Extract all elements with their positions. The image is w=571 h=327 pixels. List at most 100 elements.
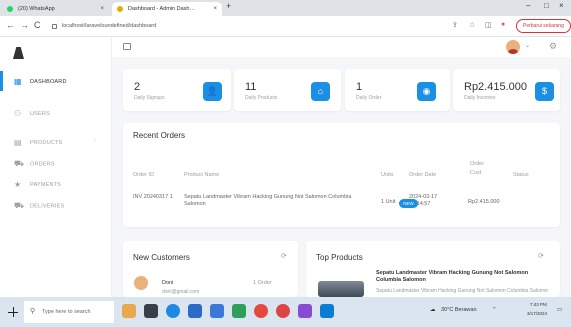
cart-icon: ⛟ — [14, 159, 25, 168]
sidepanel-icon[interactable]: ◫ — [485, 21, 492, 29]
users-icon: ⚇ — [14, 109, 22, 118]
stat-card-signups: 2 Daily Signups 👤 — [123, 69, 231, 111]
sidebar-item-payments[interactable]: ★ PAYMENTS — [14, 180, 61, 189]
section-title: Recent Orders — [133, 131, 186, 140]
notification-icon[interactable]: ▭ — [557, 307, 562, 313]
sidebar-item-users[interactable]: ⚇ USERS — [14, 109, 50, 118]
taskbar-apps — [122, 304, 334, 318]
column-header: Order Date — [409, 172, 437, 178]
refresh-icon[interactable]: ⟳ — [281, 252, 287, 260]
chevron-up-icon[interactable]: ⌃ — [492, 307, 497, 313]
stat-value: 11 — [245, 81, 257, 93]
address-bar-row: ← → C localhost/laraveloundefined/dashbo… — [0, 16, 571, 37]
product-name: Sepatu Landmaster Vibram Hacking Gunung … — [184, 194, 352, 207]
whatsapp-icon — [7, 6, 13, 12]
profile-icon[interactable]: ● — [501, 21, 505, 28]
site-info-icon[interactable] — [52, 24, 57, 29]
column-header: Units — [381, 172, 394, 178]
order-icon: ◉ — [417, 82, 436, 101]
order-cost: Rp2.415.000 — [468, 199, 500, 205]
store-icon[interactable] — [188, 304, 202, 318]
sidebar-item-dashboard[interactable]: ▦ DASHBOARD — [14, 77, 67, 86]
status-badge: NEW — [399, 199, 418, 208]
customer-email: doni@gmail.com — [162, 289, 200, 295]
url-input[interactable]: localhost/laraveloundefined/dashboard — [50, 20, 430, 33]
app-icon[interactable] — [232, 304, 246, 318]
new-tab-button[interactable]: + — [226, 1, 231, 11]
close-window-icon[interactable]: × — [559, 1, 564, 10]
app-logo — [13, 47, 24, 59]
bookmark-star-icon[interactable]: ☆ — [469, 21, 475, 29]
search-placeholder: Type here to search — [42, 309, 91, 315]
stat-label: Daily Products — [245, 95, 278, 101]
column-header: Product Name — [184, 172, 220, 178]
gear-icon[interactable]: ⚙ — [549, 41, 557, 52]
sidebar-item-deliveries[interactable]: ⛟ DELIVERIES — [14, 201, 64, 211]
tab-label: Dashboard - Admin Dash… — [128, 6, 195, 12]
sidebar-item-label: DASHBOARD — [30, 78, 67, 85]
refresh-icon[interactable]: ⟳ — [538, 252, 544, 260]
search-icon: ⚲ — [30, 308, 36, 315]
browser-tab-bar: (20) WhatsApp × Dashboard - Admin Dash… … — [0, 0, 571, 16]
task-view-icon[interactable] — [144, 304, 158, 318]
stat-label: Daily Signups — [134, 95, 165, 101]
person-icon: 👤 — [203, 82, 222, 101]
sidebar-item-products[interactable]: ▤ PRODUCTS › — [14, 138, 96, 147]
browser-tab-whatsapp[interactable]: (20) WhatsApp × — [2, 2, 109, 16]
column-header: Status — [513, 172, 529, 178]
widget-icon[interactable] — [122, 304, 136, 318]
stat-label: Daily Order — [356, 95, 382, 101]
order-units: 1 Unit — [381, 199, 396, 205]
back-icon[interactable]: ← — [6, 20, 15, 30]
weather-icon[interactable]: ☁ — [430, 307, 436, 313]
forward-icon[interactable]: → — [20, 20, 29, 30]
sidebar-item-orders[interactable]: ⛟ ORDERS — [14, 159, 55, 169]
customer-orders: 1 Order — [253, 280, 272, 286]
stat-value: 1 — [356, 81, 363, 93]
browser-tab-dashboard[interactable]: Dashboard - Admin Dash… × — [112, 2, 222, 16]
app-topbar: ⌄ ⚙ — [112, 37, 571, 57]
stat-value: Rp2.415.000 — [464, 81, 527, 93]
stat-label: Daily Incomes — [464, 95, 496, 101]
share-icon[interactable]: ⇪ — [452, 21, 458, 29]
avatar — [134, 276, 148, 290]
avatar[interactable] — [506, 40, 520, 54]
column-header: Order ID — [133, 172, 155, 178]
opera-icon[interactable] — [254, 304, 268, 318]
chevron-down-icon[interactable]: ⌄ — [525, 42, 530, 49]
windows-start-icon[interactable] — [8, 307, 18, 317]
customer-name: Doni — [162, 280, 174, 286]
taskbar-search-input[interactable]: ⚲ Type here to search — [24, 301, 114, 323]
grid-icon: ▦ — [14, 77, 22, 86]
new-customers-panel — [123, 241, 298, 297]
star-icon: ★ — [14, 180, 22, 189]
money-icon: $ — [535, 82, 554, 101]
chrome-icon[interactable] — [276, 304, 290, 318]
vscode-icon[interactable] — [320, 304, 334, 318]
close-tab-icon[interactable]: × — [213, 2, 217, 16]
edge-icon[interactable] — [166, 304, 180, 318]
stat-card-orders: 1 Daily Order ◉ — [345, 69, 450, 111]
sidebar-item-label: DELIVERIES — [30, 203, 65, 210]
product-description: Sepatu Landmaster Vibram Hacking Gunung … — [376, 288, 548, 294]
mail-icon[interactable] — [210, 304, 224, 318]
app-icon[interactable] — [298, 304, 312, 318]
sidebar-item-label: USERS — [30, 110, 50, 117]
column-header: Order Cost — [470, 161, 485, 176]
tab-label: (20) WhatsApp — [18, 6, 55, 12]
clock-date[interactable]: 3/17/2024 — [527, 311, 547, 316]
url-text: localhost/laraveloundefined/dashboard — [62, 23, 157, 29]
menu-toggle-icon[interactable] — [123, 43, 131, 50]
order-id: INV 20240317 1 — [133, 194, 173, 200]
active-indicator — [0, 71, 3, 91]
clock-time[interactable]: 7:43 PM — [530, 302, 547, 307]
minimize-icon[interactable]: – — [526, 1, 530, 10]
close-tab-icon[interactable]: × — [100, 2, 104, 16]
weather-text[interactable]: 30°C Berawan — [441, 307, 477, 313]
stat-value: 2 — [134, 81, 141, 93]
section-title: Top Products — [316, 253, 363, 262]
maximize-icon[interactable]: □ — [544, 1, 549, 10]
product-name: Sepatu Landmaster Vibram Hacking Gunung … — [376, 270, 529, 283]
reload-icon[interactable]: C — [34, 20, 41, 30]
update-button[interactable]: Perbarui sekarang — [516, 19, 571, 33]
